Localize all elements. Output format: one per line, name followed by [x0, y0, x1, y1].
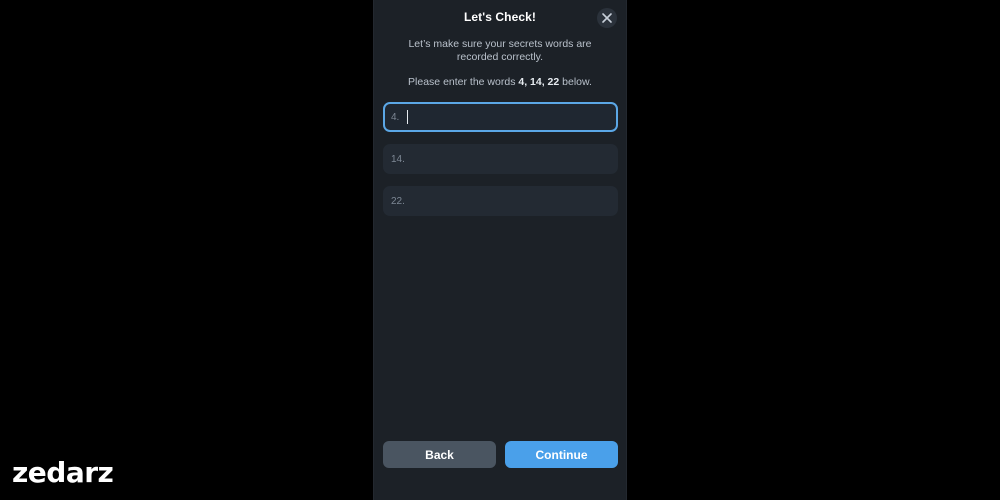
word-14-label: 14.	[391, 153, 405, 165]
lets-check-dialog: Let's Check! Let’s make sure your secret…	[373, 0, 627, 500]
intro-line-1: Let’s make sure your secrets words are	[408, 38, 592, 50]
instruction-word-numbers: 4, 14, 22	[518, 76, 560, 88]
dialog-title: Let's Check!	[463, 10, 537, 24]
intro-line-2: recorded correctly.	[456, 51, 544, 63]
word-22-label: 22.	[391, 195, 405, 207]
word-4-input[interactable]	[412, 104, 616, 130]
back-button[interactable]: Back	[383, 441, 496, 468]
word-22-field[interactable]: 22.	[383, 186, 618, 216]
instruction-suffix: below.	[559, 76, 592, 88]
zedarz-logo: zedarz	[12, 456, 114, 489]
word-22-input[interactable]	[411, 186, 618, 216]
screen: Let's Check! Let’s make sure your secret…	[0, 0, 1000, 500]
close-button[interactable]	[597, 8, 617, 28]
instruction-prefix: Please enter the words	[408, 76, 519, 88]
word-14-field[interactable]: 14.	[383, 144, 618, 174]
close-icon	[601, 12, 613, 24]
intro-text: Let’s make sure your secrets words are r…	[394, 38, 606, 64]
continue-button[interactable]: Continue	[505, 441, 618, 468]
word-4-field[interactable]: 4.	[383, 102, 618, 132]
text-caret	[407, 110, 408, 124]
word-4-label: 4.	[391, 111, 400, 123]
instruction-text: Please enter the words 4, 14, 22 below.	[384, 76, 616, 89]
dialog-header: Let's Check!	[374, 0, 626, 36]
word-14-input[interactable]	[411, 144, 618, 174]
